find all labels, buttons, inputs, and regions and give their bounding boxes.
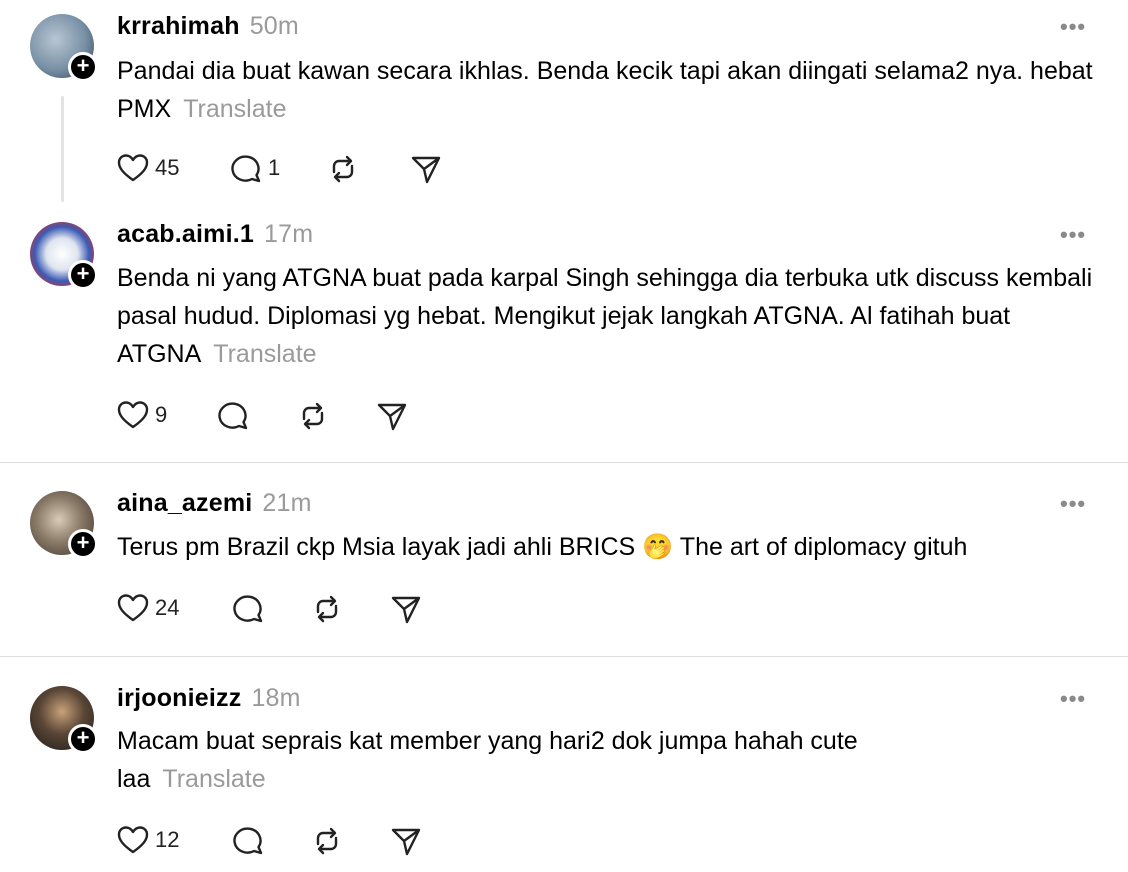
like-count: 12: [155, 827, 180, 852]
send-icon: [391, 596, 421, 624]
reply-button[interactable]: [232, 825, 264, 855]
repost-icon: [302, 402, 324, 430]
translate-link[interactable]: Translate: [162, 765, 265, 793]
username[interactable]: acab.aimi.1 17m: [117, 220, 313, 249]
share-button[interactable]: [390, 593, 422, 625]
repost-icon: [316, 595, 338, 623]
send-icon: [391, 828, 421, 856]
avatar[interactable]: +: [30, 14, 98, 82]
share-button[interactable]: [390, 825, 422, 857]
like-count: 45: [155, 155, 180, 180]
heart-icon: [117, 154, 149, 182]
translate-link[interactable]: Translate: [213, 340, 316, 368]
repost-button[interactable]: [311, 825, 343, 857]
timestamp: 50m: [249, 12, 299, 40]
repost-button[interactable]: [327, 153, 359, 185]
like-button[interactable]: 24: [117, 593, 179, 623]
comment-icon: [231, 155, 261, 183]
reply-count: 1: [268, 155, 281, 180]
follow-plus-icon[interactable]: +: [68, 52, 98, 82]
send-icon: [411, 156, 441, 184]
heart-icon: [117, 401, 149, 429]
share-button[interactable]: [376, 400, 408, 432]
avatar[interactable]: +: [30, 222, 98, 290]
follow-plus-icon[interactable]: +: [68, 529, 98, 559]
share-button[interactable]: [410, 153, 442, 185]
comment-icon: [233, 595, 263, 623]
divider: [0, 462, 1128, 463]
translate-link[interactable]: Translate: [183, 95, 286, 123]
timestamp: 18m: [251, 684, 301, 712]
more-options-icon[interactable]: •••: [1060, 686, 1086, 712]
repost-icon: [332, 155, 354, 183]
comment-icon: [218, 402, 248, 430]
timestamp: 17m: [264, 220, 314, 248]
repost-button[interactable]: [297, 400, 329, 432]
username[interactable]: aina_azemi 21m: [117, 489, 312, 518]
heart-icon: [117, 594, 149, 622]
heart-icon: [117, 826, 149, 854]
avatar[interactable]: +: [30, 491, 98, 559]
like-button[interactable]: 12: [117, 825, 179, 855]
repost-button[interactable]: [311, 593, 343, 625]
username[interactable]: irjoonieizz 18m: [117, 684, 301, 713]
follow-plus-icon[interactable]: +: [68, 260, 98, 290]
post-text: Pandai dia buat kawan secara ikhlas. Ben…: [117, 57, 1093, 123]
like-button[interactable]: 45: [117, 153, 179, 183]
timestamp: 21m: [262, 489, 312, 517]
more-options-icon[interactable]: •••: [1060, 491, 1086, 517]
reply-button[interactable]: 1: [230, 153, 280, 183]
send-icon: [377, 403, 407, 431]
reply-button[interactable]: [217, 400, 249, 430]
post-text: Macam buat seprais kat member yang hari2…: [117, 727, 858, 793]
repost-icon: [316, 827, 338, 855]
reply-button[interactable]: [232, 593, 264, 623]
post-text: Terus pm Brazil ckp Msia layak jadi ahli…: [117, 533, 968, 561]
divider: [0, 656, 1128, 657]
more-options-icon[interactable]: •••: [1060, 222, 1086, 248]
avatar[interactable]: +: [30, 686, 98, 754]
post-text: Benda ni yang ATGNA buat pada karpal Sin…: [117, 264, 1093, 368]
like-count: 24: [155, 595, 180, 620]
thread-line: [61, 96, 64, 202]
more-options-icon[interactable]: •••: [1060, 14, 1086, 40]
username[interactable]: krrahimah 50m: [117, 12, 299, 41]
like-count: 9: [155, 402, 168, 427]
follow-plus-icon[interactable]: +: [68, 724, 98, 754]
comment-icon: [233, 827, 263, 855]
like-button[interactable]: 9: [117, 400, 167, 430]
